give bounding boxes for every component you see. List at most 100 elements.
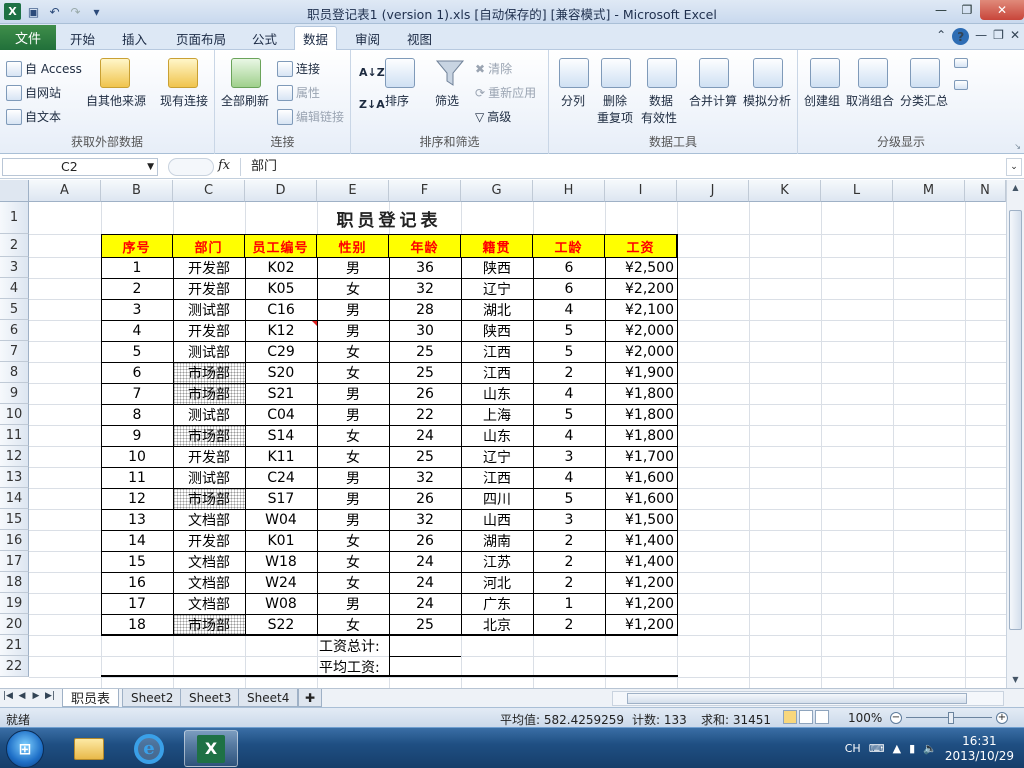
data-validation-button[interactable]: 数据 [649,92,673,109]
data-cell[interactable]: 男 [317,467,389,488]
row-header-9[interactable]: 9 [0,383,29,404]
show-detail-icon[interactable] [954,58,968,68]
data-cell[interactable]: ¥1,600 [605,488,677,509]
column-header-c[interactable]: C [173,180,245,202]
data-cell[interactable]: 28 [389,299,461,320]
data-cell[interactable]: 4 [533,425,605,446]
data-cell[interactable]: 3 [533,446,605,467]
row-header-4[interactable]: 4 [0,278,29,299]
data-cell[interactable]: 2 [533,551,605,572]
data-cell[interactable]: ¥2,100 [605,299,677,320]
department-cell[interactable]: 开发部 [173,446,245,467]
data-cell[interactable]: 女 [317,425,389,446]
data-cell[interactable]: 17 [101,593,173,614]
text-to-columns-button[interactable]: 分列 [561,92,585,109]
data-cell[interactable]: 5 [101,341,173,362]
data-cell[interactable]: S22 [245,614,317,635]
data-cell[interactable]: 2 [533,530,605,551]
group-icon[interactable] [810,58,840,88]
row-header-16[interactable]: 16 [0,530,29,551]
data-cell[interactable]: 18 [101,614,173,635]
tab-formulas[interactable]: 公式 [244,26,285,50]
workbook-restore-icon[interactable]: ❐ [993,28,1004,45]
data-cell[interactable]: ¥1,200 [605,593,677,614]
data-cell[interactable]: C24 [245,467,317,488]
text-to-columns-icon[interactable] [559,58,589,88]
row-header-1[interactable]: 1 [0,202,29,234]
expand-formula-bar-icon[interactable]: ⌄ [1006,158,1022,176]
help-icon[interactable]: ? [952,28,970,45]
data-cell[interactable]: 山东 [461,425,533,446]
data-cell[interactable]: ¥1,800 [605,383,677,404]
data-cell[interactable]: C29 [245,341,317,362]
data-cell[interactable]: 32 [389,278,461,299]
minimize-ribbon-icon[interactable]: ⌃ [936,28,946,45]
column-title-cell[interactable]: 员工编号 [245,234,317,257]
data-cell[interactable]: 6 [533,257,605,278]
data-cell[interactable]: 男 [317,404,389,425]
data-cell[interactable]: 14 [101,530,173,551]
dialog-launcher-icon[interactable]: ↘ [1014,142,1021,151]
column-title-cell[interactable]: 序号 [101,234,173,257]
select-all-corner[interactable] [0,180,29,202]
sheet-tab-4[interactable]: Sheet4 [238,689,299,707]
data-cell[interactable]: 女 [317,614,389,635]
data-cell[interactable]: 16 [101,572,173,593]
sheet-tab-2[interactable]: Sheet2 [122,689,183,707]
data-cell[interactable]: ¥1,700 [605,446,677,467]
row-header-18[interactable]: 18 [0,572,29,593]
tab-review[interactable]: 审阅 [347,26,388,50]
refresh-all-button[interactable]: 全部刷新 [221,92,269,109]
department-cell[interactable]: 测试部 [173,341,245,362]
data-cell[interactable]: 陕西 [461,320,533,341]
department-cell[interactable]: 市场部 [173,425,245,446]
data-cell[interactable]: C04 [245,404,317,425]
data-cell[interactable]: 男 [317,299,389,320]
row-header-13[interactable]: 13 [0,467,29,488]
ungroup-button[interactable]: 取消组合 [846,92,894,109]
data-cell[interactable]: 女 [317,446,389,467]
column-title-cell[interactable]: 工资 [605,234,677,257]
column-header-i[interactable]: I [605,180,677,202]
from-access-button[interactable]: 自 Access [6,60,82,77]
zoom-level[interactable]: 100% [848,711,882,725]
column-title-cell[interactable]: 性别 [317,234,389,257]
data-cell[interactable]: 4 [533,299,605,320]
column-header-f[interactable]: F [389,180,461,202]
department-cell[interactable]: 文档部 [173,551,245,572]
minimize-button[interactable]: — [928,0,954,20]
name-box-dropdown-icon[interactable]: ▼ [147,159,154,175]
edit-links-button[interactable]: 编辑链接 [277,108,344,125]
zoom-slider[interactable]: − + [890,712,1008,724]
data-cell[interactable]: 江苏 [461,551,533,572]
normal-view-icon[interactable] [783,710,797,724]
sort-icon[interactable] [385,58,415,88]
formula-input[interactable]: 部门 [240,158,1006,176]
sort-descending-button[interactable]: Z↓A [359,98,385,111]
data-cell[interactable]: 25 [389,446,461,467]
scroll-up-icon[interactable]: ▲ [1007,180,1024,196]
department-cell[interactable]: 开发部 [173,257,245,278]
column-header-b[interactable]: B [101,180,173,202]
close-button[interactable]: ✕ [980,0,1024,20]
volume-icon[interactable]: 🔈 [923,742,937,755]
data-cell[interactable]: 1 [533,593,605,614]
data-cell[interactable]: ¥1,600 [605,467,677,488]
data-cell[interactable]: 江西 [461,341,533,362]
data-cell[interactable]: ¥2,000 [605,320,677,341]
workbook-minimize-icon[interactable]: — [975,28,987,45]
column-header-h[interactable]: H [533,180,605,202]
consolidate-button[interactable]: 合并计算 [689,92,737,109]
data-cell[interactable]: 8 [101,404,173,425]
data-cell[interactable]: W08 [245,593,317,614]
data-cell[interactable]: 上海 [461,404,533,425]
data-cell[interactable]: ¥1,900 [605,362,677,383]
data-cell[interactable]: 24 [389,551,461,572]
data-cell[interactable]: S17 [245,488,317,509]
data-cell[interactable]: 男 [317,593,389,614]
column-header-a[interactable]: A [29,180,101,202]
sheet-tab-1[interactable]: 职员表 [62,689,120,707]
data-cell[interactable]: 2 [533,362,605,383]
data-cell[interactable]: 5 [533,341,605,362]
data-cell[interactable]: 11 [101,467,173,488]
